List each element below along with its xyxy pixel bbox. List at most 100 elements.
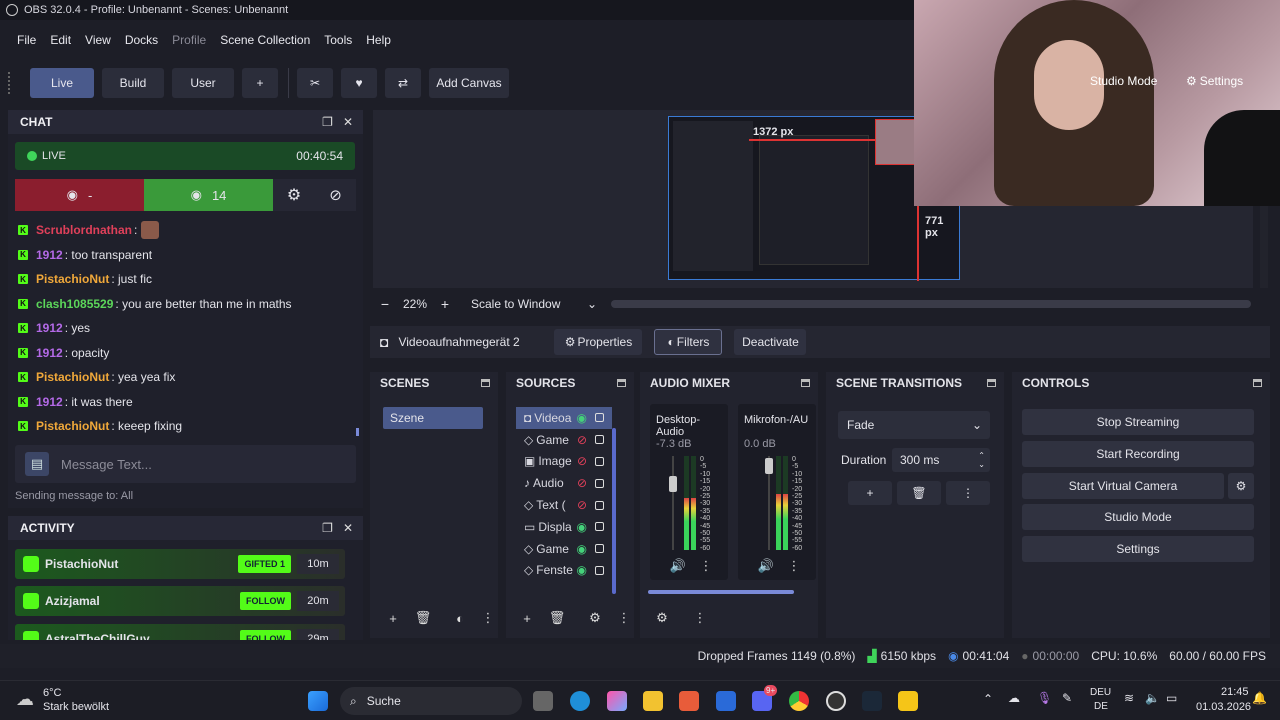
explorer-icon[interactable] <box>643 691 663 711</box>
viewers-off-button[interactable]: ◉ - <box>15 179 144 211</box>
speaker-icon[interactable]: 🔊 <box>666 556 690 576</box>
studio-mode-button[interactable]: Studio Mode <box>1022 504 1254 530</box>
source-item[interactable]: ▣ Image ⊘ <box>516 451 612 473</box>
transition-more-button[interactable]: ⋮ <box>946 481 990 505</box>
source-item[interactable]: ♪ Audio ⊘ <box>516 472 612 494</box>
source-item[interactable]: ◇ Game ◉ <box>516 538 612 560</box>
lock-icon[interactable] <box>595 500 604 510</box>
menu-profile[interactable]: Profile <box>172 33 206 47</box>
menu-docks[interactable]: Docks <box>125 33 158 47</box>
chat-username[interactable]: 1912 <box>36 321 63 335</box>
volume-icon[interactable]: 🔈 <box>1145 691 1160 705</box>
add-source-button[interactable]: + <box>515 608 539 628</box>
filters-button[interactable]: ◐ Filters <box>654 329 723 355</box>
scale-mode-select[interactable]: Scale to Window ⌄ <box>465 293 597 315</box>
lang-2[interactable]: DE <box>1094 701 1108 712</box>
stop-streaming-button[interactable]: Stop Streaming <box>1022 409 1254 435</box>
microphone-icon[interactable]: 🎙 <box>1037 691 1052 705</box>
more-icon[interactable]: ⋮ <box>614 608 634 628</box>
taskbar-search[interactable]: ⌕ Suche <box>340 687 522 715</box>
eye-icon[interactable]: ◉ <box>577 411 587 425</box>
viewers-count-button[interactable]: ◉ 14 <box>144 179 273 211</box>
properties-button[interactable]: ⚙ Properties <box>554 329 643 355</box>
speaker-icon[interactable]: 🔊 <box>754 556 778 576</box>
eye-icon[interactable]: ◉ <box>577 542 587 556</box>
mixer-scrollbar[interactable] <box>648 590 794 594</box>
clock-time[interactable]: 21:45 <box>1221 686 1249 698</box>
eye-off-icon[interactable]: ⊘ <box>577 454 587 468</box>
float-icon[interactable]: ❐ <box>322 521 333 535</box>
close-icon[interactable]: ✕ <box>343 521 353 535</box>
chrome-icon[interactable] <box>789 691 809 711</box>
filter-icon[interactable]: ◐ <box>448 608 472 628</box>
settings-button[interactable]: Settings <box>1022 536 1254 562</box>
onedrive-icon[interactable]: ☁ <box>1008 691 1020 705</box>
volume-slider-handle[interactable] <box>765 458 773 474</box>
remove-transition-button[interactable]: 🗑 <box>897 481 941 505</box>
chevron-up-icon[interactable]: ⌃ <box>983 692 993 706</box>
user-button[interactable]: User <box>172 68 234 98</box>
virtual-camera-settings-button[interactable]: ⚙ <box>1228 473 1254 499</box>
eye-off-icon[interactable]: ⊘ <box>577 476 587 490</box>
chat-username[interactable]: PistachioNut <box>36 272 109 286</box>
more-icon[interactable]: ⋮ <box>688 608 712 628</box>
add-canvas-button[interactable]: Add Canvas <box>429 68 509 98</box>
heart-button[interactable]: ♥ <box>341 68 377 98</box>
wifi-icon[interactable]: ≋ <box>1124 691 1134 705</box>
source-item[interactable]: ◇ Game ⊘ <box>516 429 612 451</box>
chat-username[interactable]: 1912 <box>36 346 63 360</box>
app-icon[interactable] <box>898 691 918 711</box>
trash-icon[interactable]: 🗑 <box>545 608 569 628</box>
pen-icon[interactable]: ✎ <box>1062 691 1072 705</box>
lock-icon[interactable] <box>595 565 604 575</box>
start-virtual-camera-button[interactable]: Start Virtual Camera <box>1022 473 1224 499</box>
add-mode-button[interactable]: + <box>242 68 278 98</box>
float-icon[interactable] <box>1253 379 1262 387</box>
obs-icon[interactable] <box>826 691 846 711</box>
float-icon[interactable] <box>801 379 810 387</box>
more-icon[interactable]: ⋮ <box>694 556 718 576</box>
lock-icon[interactable] <box>595 456 604 466</box>
lock-icon[interactable] <box>595 522 604 532</box>
clock-date[interactable]: 01.03.2026 <box>1196 701 1251 713</box>
settings-link[interactable]: ⚙ Settings <box>1186 74 1243 88</box>
menu-edit[interactable]: Edit <box>50 33 71 47</box>
zoom-out-button[interactable]: − <box>373 296 397 312</box>
chat-username[interactable]: 1912 <box>36 395 63 409</box>
add-transition-button[interactable]: + <box>848 481 892 505</box>
toolbar-grip[interactable] <box>8 72 12 94</box>
menu-view[interactable]: View <box>85 33 111 47</box>
live-button[interactable]: Live <box>30 68 94 98</box>
lock-icon[interactable] <box>595 435 604 445</box>
duration-input[interactable]: 300 ms ⌃ ⌄ <box>892 448 990 472</box>
float-icon[interactable] <box>481 379 490 387</box>
steam-icon[interactable] <box>862 691 882 711</box>
chat-username[interactable]: clash1085529 <box>36 297 113 311</box>
preview-scrollbar-h[interactable] <box>611 300 1251 308</box>
edge-icon[interactable] <box>570 691 590 711</box>
menu-scene-collection[interactable]: Scene Collection <box>220 33 310 47</box>
chat-settings-button[interactable]: ⚙ <box>273 179 315 211</box>
more-icon[interactable]: ⋮ <box>782 556 806 576</box>
chat-username[interactable]: PistachioNut <box>36 419 109 433</box>
trash-icon[interactable]: 🗑 <box>411 608 435 628</box>
eye-icon[interactable]: ◉ <box>577 520 587 534</box>
add-scene-button[interactable]: + <box>381 608 405 628</box>
chat-username[interactable]: Scrublordnathan <box>36 223 132 237</box>
menu-help[interactable]: Help <box>366 33 391 47</box>
lock-icon[interactable] <box>595 413 604 423</box>
more-icon[interactable]: ⋮ <box>478 608 498 628</box>
menu-file[interactable]: File <box>17 33 36 47</box>
zoom-in-button[interactable]: + <box>433 296 457 312</box>
transition-select[interactable]: Fade ⌄ <box>838 411 990 439</box>
windows-start-icon[interactable] <box>308 691 328 711</box>
message-input[interactable]: ▤ Message Text... <box>15 445 356 483</box>
float-icon[interactable]: ❐ <box>322 115 333 129</box>
eye-off-icon[interactable]: ⊘ <box>577 433 587 447</box>
chat-popout-button[interactable]: ⊘ <box>315 179 356 211</box>
volume-slider-track[interactable] <box>672 456 674 550</box>
lock-icon[interactable] <box>595 544 604 554</box>
close-icon[interactable]: ✕ <box>343 115 353 129</box>
store-icon[interactable] <box>679 691 699 711</box>
source-item[interactable]: ◘ Videoa ◉ <box>516 407 612 429</box>
